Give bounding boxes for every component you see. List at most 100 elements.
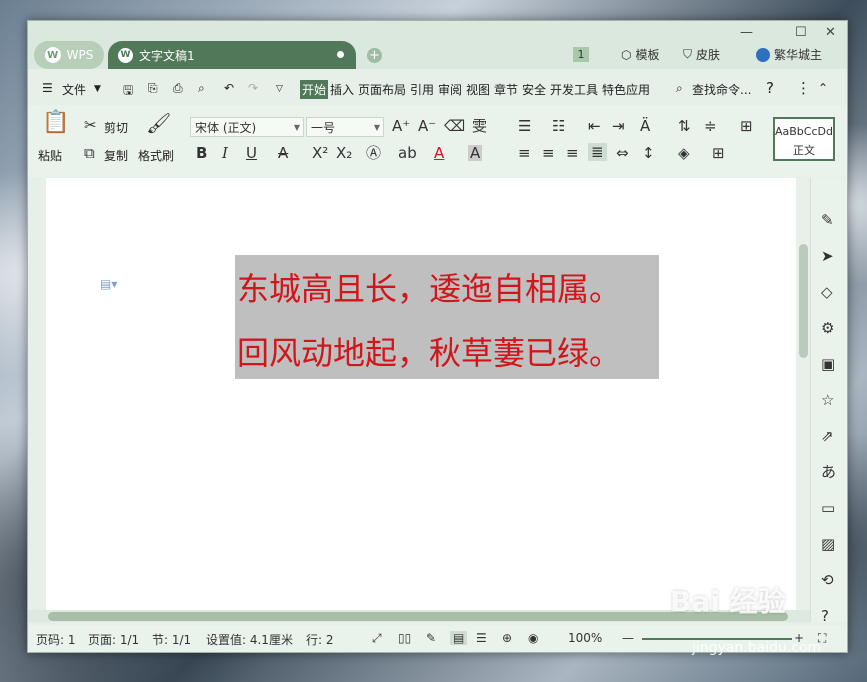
- highlight-icon[interactable]: ab: [398, 145, 417, 161]
- numbered-list-icon[interactable]: ☷: [552, 118, 565, 134]
- shading-icon[interactable]: ◈: [678, 145, 690, 161]
- sort-icon[interactable]: ⇅: [678, 118, 691, 134]
- wps-home-tab[interactable]: W WPS: [34, 41, 104, 69]
- scissors-icon[interactable]: ✂: [84, 117, 97, 133]
- paragraph-marker-icon[interactable]: ▤▾: [100, 277, 117, 291]
- collapse-ribbon-icon[interactable]: ⌃: [818, 81, 828, 95]
- copy-icon[interactable]: ⧉: [84, 145, 95, 161]
- italic-icon[interactable]: I: [222, 145, 228, 161]
- history-icon[interactable]: ⟲: [821, 572, 834, 588]
- command-search[interactable]: 查找命令...: [692, 81, 751, 98]
- page-number[interactable]: 页码: 1: [36, 631, 76, 648]
- unsaved-dot-icon[interactable]: [337, 51, 344, 58]
- format-painter-icon[interactable]: 🖌: [146, 113, 171, 133]
- poem-line-2[interactable]: 回风动地起，秋草萋已绿。: [237, 328, 621, 374]
- align-center-icon[interactable]: ≡: [542, 145, 555, 161]
- page-view-icon[interactable]: ▤: [450, 631, 468, 645]
- help-icon[interactable]: ?: [766, 79, 774, 97]
- align-left-icon[interactable]: ≡: [518, 145, 531, 161]
- quick-access-chevron-icon[interactable]: ▽: [276, 84, 283, 94]
- paragraph-settings-icon[interactable]: ≑: [704, 118, 717, 134]
- line-spacing-icon[interactable]: ↕: [642, 145, 655, 161]
- fullscreen-icon[interactable]: ⤢: [372, 631, 382, 646]
- tab-references[interactable]: 引用: [410, 81, 434, 98]
- grow-font-icon[interactable]: A⁺: [392, 118, 410, 134]
- subscript-icon[interactable]: X₂: [336, 145, 352, 161]
- share-icon[interactable]: ⇗: [821, 428, 834, 444]
- paste-icon[interactable]: 📋: [42, 112, 69, 134]
- print-icon[interactable]: ⎙: [173, 81, 183, 96]
- document-tab[interactable]: W 文字文稿1: [108, 41, 356, 69]
- bold-icon[interactable]: B: [196, 145, 207, 161]
- tab-security[interactable]: 安全: [522, 81, 546, 98]
- change-case-icon[interactable]: Ä: [640, 118, 650, 134]
- write-mode-icon[interactable]: ✎: [426, 631, 436, 645]
- minimize-icon[interactable]: —: [740, 25, 753, 40]
- tab-chapter[interactable]: 章节: [494, 81, 518, 98]
- export-pdf-icon[interactable]: ⎘: [148, 81, 158, 96]
- copy-button[interactable]: 复制: [104, 147, 128, 164]
- read-mode-icon[interactable]: ▯▯: [398, 631, 411, 645]
- save-icon[interactable]: 🖫: [123, 81, 133, 102]
- setting-value[interactable]: 设置值: 4.1厘米: [206, 631, 293, 648]
- edit-pen-icon[interactable]: ✎: [821, 212, 834, 228]
- underline-icon[interactable]: U: [246, 145, 257, 161]
- outline-view-icon[interactable]: ☰: [476, 631, 487, 645]
- poem-line-1[interactable]: 东城高且长，逶迤自相属。: [237, 264, 621, 310]
- distributed-icon[interactable]: ⇔: [616, 145, 629, 161]
- justify-icon[interactable]: ≣: [588, 143, 607, 161]
- maximize-icon[interactable]: ☐: [795, 25, 807, 40]
- tab-review[interactable]: 审阅: [438, 81, 462, 98]
- align-right-icon[interactable]: ≡: [566, 145, 579, 161]
- picture-icon[interactable]: ▨: [821, 536, 835, 552]
- superscript-icon[interactable]: X²: [312, 145, 328, 161]
- strikethrough-icon[interactable]: A: [278, 145, 288, 161]
- shapes-icon[interactable]: ◇: [821, 284, 833, 300]
- file-menu[interactable]: 文件: [62, 81, 86, 98]
- redo-icon[interactable]: ↷: [248, 81, 258, 95]
- more-icon[interactable]: ⋮: [796, 79, 811, 97]
- phonetic-guide-icon[interactable]: 雯: [472, 118, 487, 134]
- paste-button[interactable]: 粘贴: [38, 147, 62, 164]
- text-effect-icon[interactable]: Ⓐ: [366, 145, 381, 161]
- user-account-button[interactable]: 繁华城主: [756, 46, 822, 63]
- font-name-select[interactable]: 宋体 (正文) ▼: [190, 117, 304, 137]
- bullet-list-icon[interactable]: ☰: [518, 118, 531, 134]
- page-count[interactable]: 页面: 1/1: [88, 631, 139, 648]
- web-view-icon[interactable]: ⊕: [502, 631, 512, 645]
- skin-button[interactable]: ⛉ 皮肤: [683, 46, 720, 63]
- tab-view[interactable]: 视图: [466, 81, 490, 98]
- image-gallery-icon[interactable]: ▣: [821, 356, 835, 372]
- template-button[interactable]: ⬡ 模板: [621, 46, 660, 63]
- increase-indent-icon[interactable]: ⇥: [612, 118, 625, 134]
- search-icon[interactable]: ⌕: [676, 81, 683, 96]
- cut-button[interactable]: 剪切: [104, 119, 128, 136]
- vertical-scrollbar[interactable]: [796, 178, 810, 610]
- char-shading-icon[interactable]: A: [468, 145, 483, 161]
- row-number[interactable]: 行: 2: [306, 631, 334, 648]
- select-cursor-icon[interactable]: ➤: [821, 248, 834, 264]
- shrink-font-icon[interactable]: A⁻: [418, 118, 436, 134]
- close-icon[interactable]: ✕: [825, 25, 836, 40]
- archive-icon[interactable]: ▭: [821, 500, 835, 516]
- help-circle-icon[interactable]: ?: [821, 608, 829, 624]
- section-number[interactable]: 节: 1/1: [152, 631, 191, 648]
- new-tab-icon[interactable]: +: [367, 48, 382, 63]
- tab-special-apps[interactable]: 特色应用: [602, 81, 650, 98]
- table-border-icon[interactable]: ⊞: [740, 118, 753, 134]
- tab-page-layout[interactable]: 页面布局: [358, 81, 406, 98]
- vertical-scroll-thumb[interactable]: [799, 244, 808, 358]
- borders-icon[interactable]: ⊞: [712, 145, 725, 161]
- eye-protection-icon[interactable]: ◉: [528, 631, 538, 645]
- font-size-select[interactable]: 一号 ▼: [306, 117, 384, 137]
- format-painter-button[interactable]: 格式刷: [138, 147, 174, 164]
- file-chevron-down-icon[interactable]: ▼: [94, 84, 101, 94]
- tab-developer[interactable]: 开发工具: [550, 81, 598, 98]
- document-page[interactable]: ▤▾ 东城高且长，逶迤自相属。 回风动地起，秋草萋已绿。: [46, 178, 796, 610]
- adjust-icon[interactable]: ⚙: [821, 320, 834, 336]
- zoom-out-icon[interactable]: —: [622, 631, 634, 645]
- font-color-icon[interactable]: A: [434, 145, 444, 161]
- tab-insert[interactable]: 插入: [330, 81, 354, 98]
- notification-badge[interactable]: 1: [573, 47, 589, 62]
- decrease-indent-icon[interactable]: ⇤: [588, 118, 601, 134]
